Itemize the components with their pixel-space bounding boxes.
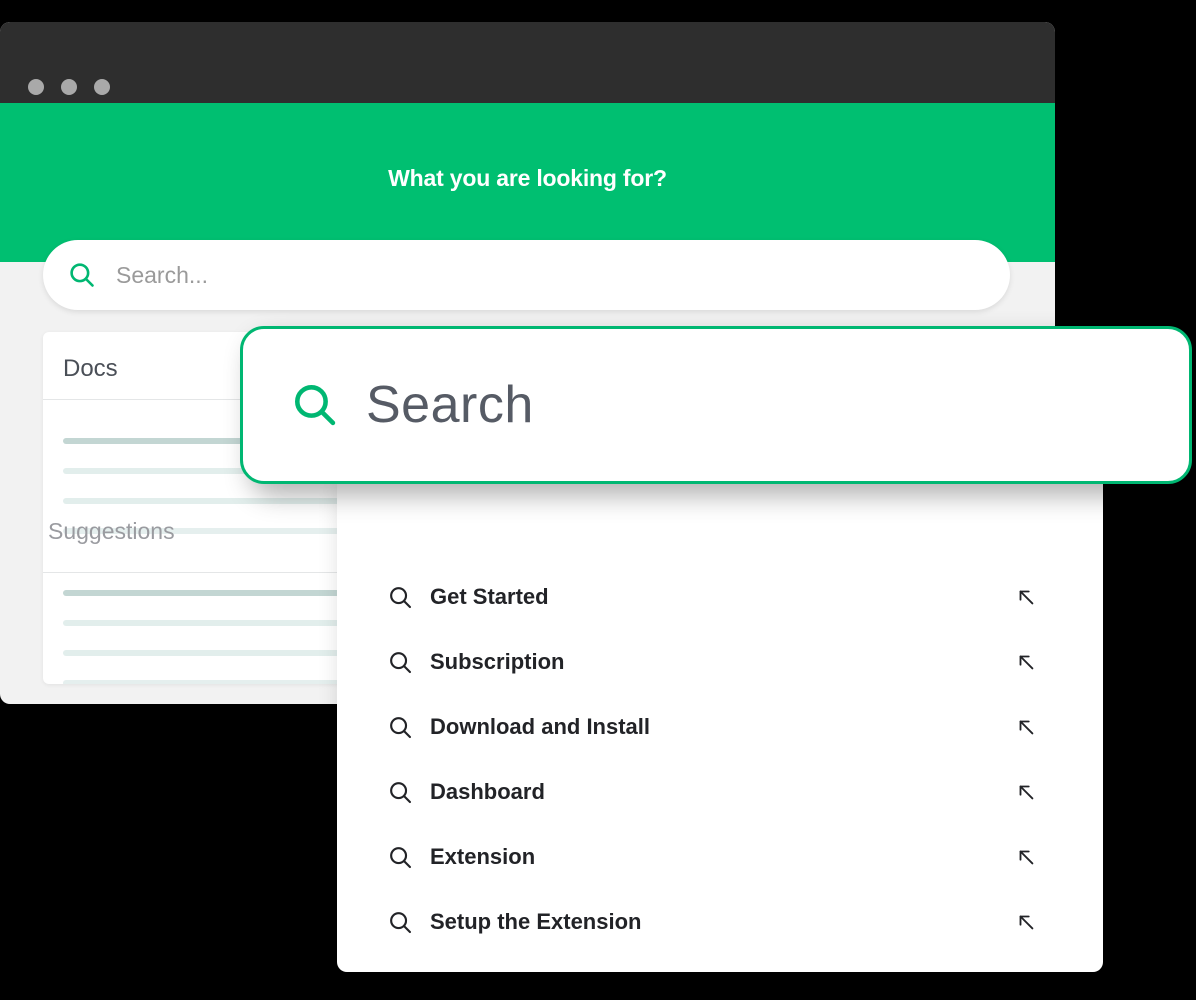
suggestion-label: Get Started	[430, 584, 549, 609]
arrow-up-left-icon[interactable]	[1015, 781, 1037, 803]
close-dot-icon[interactable]	[28, 79, 44, 95]
search-icon	[387, 909, 414, 936]
search-icon	[387, 779, 414, 806]
focused-search-text: Search	[366, 376, 534, 434]
search-icon	[387, 584, 414, 611]
green-header-banner: What you are looking for?	[0, 103, 1055, 262]
suggestion-label: Setup the Extension	[430, 909, 642, 934]
arrow-up-left-icon[interactable]	[1015, 846, 1037, 868]
page-title: What you are looking for?	[388, 165, 667, 191]
suggestion-item-3[interactable]: Dashboard	[337, 772, 1103, 812]
search-icon	[67, 260, 97, 290]
minimize-dot-icon[interactable]	[61, 79, 77, 95]
suggestion-label: Dashboard	[430, 779, 545, 804]
suggestion-label: Download and Install	[430, 714, 651, 739]
top-search-field[interactable]: Search...	[43, 240, 1010, 310]
search-icon	[387, 844, 414, 871]
search-icon	[387, 714, 414, 741]
suggestion-label: Extension	[430, 844, 536, 869]
arrow-up-left-icon[interactable]	[1015, 651, 1037, 673]
suggestion-item-2[interactable]: Download and Install	[337, 707, 1103, 747]
suggestion-item-0[interactable]: Get Started	[337, 577, 1103, 617]
suggestion-item-4[interactable]: Extension	[337, 837, 1103, 877]
top-search-placeholder: Search...	[116, 261, 209, 288]
arrow-up-left-icon[interactable]	[1015, 716, 1037, 738]
window-titlebar	[0, 22, 1055, 103]
search-icon	[290, 380, 340, 430]
suggestions-heading: Suggestions	[48, 518, 175, 544]
arrow-up-left-icon[interactable]	[1015, 586, 1037, 608]
search-icon	[387, 649, 414, 676]
suggestion-item-5[interactable]: Setup the Extension	[337, 902, 1103, 942]
suggestion-label: Subscription	[430, 649, 565, 674]
focused-search-field[interactable]: Search	[240, 326, 1192, 484]
docs-card-title: Docs	[63, 355, 118, 382]
maximize-dot-icon[interactable]	[94, 79, 110, 95]
suggestion-item-1[interactable]: Subscription	[337, 642, 1103, 682]
traffic-light-dots	[28, 79, 110, 95]
screenshot-stage: What you are looking for? Search... Docs	[0, 0, 1196, 1000]
arrow-up-left-icon[interactable]	[1015, 911, 1037, 933]
